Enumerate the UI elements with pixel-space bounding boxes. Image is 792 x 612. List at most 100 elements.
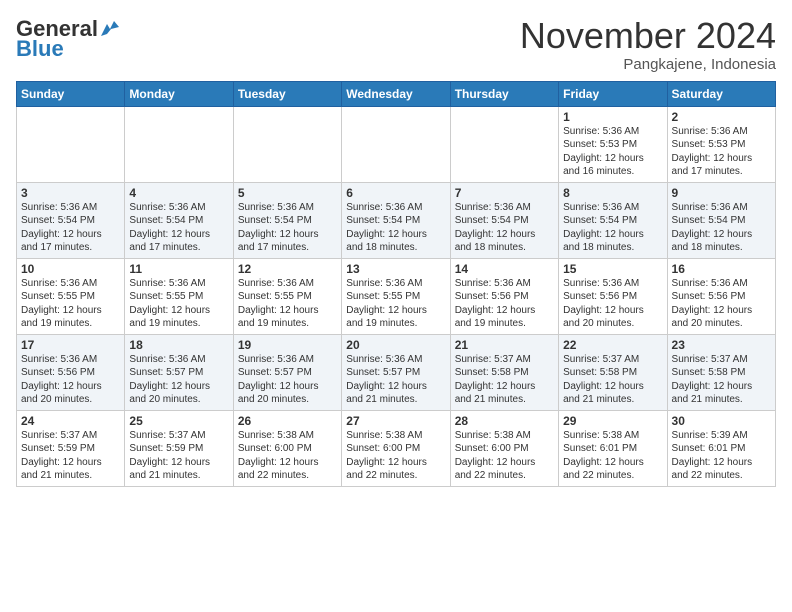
day-number: 12 (238, 262, 337, 276)
day-info: Sunrise: 5:36 AM Sunset: 5:53 PM Dayligh… (563, 125, 662, 179)
calendar-cell: 25Sunrise: 5:37 AM Sunset: 5:59 PM Dayli… (125, 410, 233, 486)
day-number: 1 (563, 110, 662, 124)
calendar-cell: 19Sunrise: 5:36 AM Sunset: 5:57 PM Dayli… (233, 334, 341, 410)
day-number: 20 (346, 338, 445, 352)
day-number: 15 (563, 262, 662, 276)
calendar-week-row: 17Sunrise: 5:36 AM Sunset: 5:56 PM Dayli… (17, 334, 776, 410)
day-number: 21 (455, 338, 554, 352)
day-number: 26 (238, 414, 337, 428)
day-info: Sunrise: 5:37 AM Sunset: 5:58 PM Dayligh… (455, 353, 554, 407)
day-number: 29 (563, 414, 662, 428)
calendar-cell: 3Sunrise: 5:36 AM Sunset: 5:54 PM Daylig… (17, 182, 125, 258)
calendar-cell: 1Sunrise: 5:36 AM Sunset: 5:53 PM Daylig… (559, 106, 667, 182)
weekday-header-thursday: Thursday (450, 81, 558, 106)
calendar-cell: 18Sunrise: 5:36 AM Sunset: 5:57 PM Dayli… (125, 334, 233, 410)
day-number: 24 (21, 414, 120, 428)
calendar-cell: 15Sunrise: 5:36 AM Sunset: 5:56 PM Dayli… (559, 258, 667, 334)
calendar-cell: 26Sunrise: 5:38 AM Sunset: 6:00 PM Dayli… (233, 410, 341, 486)
calendar-week-row: 3Sunrise: 5:36 AM Sunset: 5:54 PM Daylig… (17, 182, 776, 258)
day-number: 27 (346, 414, 445, 428)
calendar-cell: 13Sunrise: 5:36 AM Sunset: 5:55 PM Dayli… (342, 258, 450, 334)
day-number: 2 (672, 110, 771, 124)
day-info: Sunrise: 5:36 AM Sunset: 5:57 PM Dayligh… (129, 353, 228, 407)
calendar-cell: 7Sunrise: 5:36 AM Sunset: 5:54 PM Daylig… (450, 182, 558, 258)
calendar-cell: 30Sunrise: 5:39 AM Sunset: 6:01 PM Dayli… (667, 410, 775, 486)
weekday-header-tuesday: Tuesday (233, 81, 341, 106)
calendar-cell (17, 106, 125, 182)
calendar-cell: 27Sunrise: 5:38 AM Sunset: 6:00 PM Dayli… (342, 410, 450, 486)
calendar-week-row: 10Sunrise: 5:36 AM Sunset: 5:55 PM Dayli… (17, 258, 776, 334)
day-info: Sunrise: 5:36 AM Sunset: 5:55 PM Dayligh… (346, 277, 445, 331)
day-number: 5 (238, 186, 337, 200)
day-info: Sunrise: 5:38 AM Sunset: 6:00 PM Dayligh… (346, 429, 445, 483)
calendar-cell: 22Sunrise: 5:37 AM Sunset: 5:58 PM Dayli… (559, 334, 667, 410)
calendar-cell: 5Sunrise: 5:36 AM Sunset: 5:54 PM Daylig… (233, 182, 341, 258)
calendar-cell: 21Sunrise: 5:37 AM Sunset: 5:58 PM Dayli… (450, 334, 558, 410)
weekday-header-saturday: Saturday (667, 81, 775, 106)
calendar-cell (342, 106, 450, 182)
day-info: Sunrise: 5:36 AM Sunset: 5:54 PM Dayligh… (21, 201, 120, 255)
day-number: 17 (21, 338, 120, 352)
weekday-header-row: SundayMondayTuesdayWednesdayThursdayFrid… (17, 81, 776, 106)
calendar-cell: 29Sunrise: 5:38 AM Sunset: 6:01 PM Dayli… (559, 410, 667, 486)
day-number: 18 (129, 338, 228, 352)
day-info: Sunrise: 5:37 AM Sunset: 5:59 PM Dayligh… (129, 429, 228, 483)
day-number: 28 (455, 414, 554, 428)
day-info: Sunrise: 5:38 AM Sunset: 6:01 PM Dayligh… (563, 429, 662, 483)
logo: General Blue (16, 16, 121, 62)
page-header: General Blue November 2024 Pangkajene, I… (16, 16, 776, 73)
weekday-header-monday: Monday (125, 81, 233, 106)
day-number: 10 (21, 262, 120, 276)
day-info: Sunrise: 5:36 AM Sunset: 5:56 PM Dayligh… (672, 277, 771, 331)
month-title: November 2024 (520, 16, 776, 56)
day-number: 30 (672, 414, 771, 428)
calendar-cell: 4Sunrise: 5:36 AM Sunset: 5:54 PM Daylig… (125, 182, 233, 258)
day-number: 19 (238, 338, 337, 352)
day-number: 4 (129, 186, 228, 200)
day-info: Sunrise: 5:36 AM Sunset: 5:54 PM Dayligh… (346, 201, 445, 255)
day-number: 25 (129, 414, 228, 428)
weekday-header-wednesday: Wednesday (342, 81, 450, 106)
logo-bird-icon (99, 20, 121, 38)
day-info: Sunrise: 5:36 AM Sunset: 5:56 PM Dayligh… (455, 277, 554, 331)
day-info: Sunrise: 5:36 AM Sunset: 5:56 PM Dayligh… (563, 277, 662, 331)
calendar-cell: 17Sunrise: 5:36 AM Sunset: 5:56 PM Dayli… (17, 334, 125, 410)
calendar-cell: 16Sunrise: 5:36 AM Sunset: 5:56 PM Dayli… (667, 258, 775, 334)
title-block: November 2024 Pangkajene, Indonesia (520, 16, 776, 73)
day-number: 3 (21, 186, 120, 200)
calendar-cell: 23Sunrise: 5:37 AM Sunset: 5:58 PM Dayli… (667, 334, 775, 410)
day-info: Sunrise: 5:36 AM Sunset: 5:56 PM Dayligh… (21, 353, 120, 407)
day-info: Sunrise: 5:36 AM Sunset: 5:55 PM Dayligh… (21, 277, 120, 331)
calendar-cell (233, 106, 341, 182)
calendar-cell: 28Sunrise: 5:38 AM Sunset: 6:00 PM Dayli… (450, 410, 558, 486)
day-info: Sunrise: 5:36 AM Sunset: 5:57 PM Dayligh… (346, 353, 445, 407)
calendar-cell: 24Sunrise: 5:37 AM Sunset: 5:59 PM Dayli… (17, 410, 125, 486)
calendar-cell: 2Sunrise: 5:36 AM Sunset: 5:53 PM Daylig… (667, 106, 775, 182)
day-info: Sunrise: 5:38 AM Sunset: 6:00 PM Dayligh… (455, 429, 554, 483)
day-info: Sunrise: 5:36 AM Sunset: 5:55 PM Dayligh… (238, 277, 337, 331)
day-number: 23 (672, 338, 771, 352)
calendar-cell: 11Sunrise: 5:36 AM Sunset: 5:55 PM Dayli… (125, 258, 233, 334)
day-info: Sunrise: 5:37 AM Sunset: 5:59 PM Dayligh… (21, 429, 120, 483)
day-info: Sunrise: 5:36 AM Sunset: 5:54 PM Dayligh… (129, 201, 228, 255)
day-info: Sunrise: 5:39 AM Sunset: 6:01 PM Dayligh… (672, 429, 771, 483)
day-number: 16 (672, 262, 771, 276)
day-info: Sunrise: 5:36 AM Sunset: 5:54 PM Dayligh… (455, 201, 554, 255)
logo-blue: Blue (16, 36, 64, 62)
day-number: 11 (129, 262, 228, 276)
calendar-cell: 10Sunrise: 5:36 AM Sunset: 5:55 PM Dayli… (17, 258, 125, 334)
day-info: Sunrise: 5:36 AM Sunset: 5:57 PM Dayligh… (238, 353, 337, 407)
day-number: 8 (563, 186, 662, 200)
calendar-cell: 20Sunrise: 5:36 AM Sunset: 5:57 PM Dayli… (342, 334, 450, 410)
day-info: Sunrise: 5:36 AM Sunset: 5:54 PM Dayligh… (563, 201, 662, 255)
day-number: 14 (455, 262, 554, 276)
weekday-header-friday: Friday (559, 81, 667, 106)
calendar-cell: 9Sunrise: 5:36 AM Sunset: 5:54 PM Daylig… (667, 182, 775, 258)
weekday-header-sunday: Sunday (17, 81, 125, 106)
day-info: Sunrise: 5:38 AM Sunset: 6:00 PM Dayligh… (238, 429, 337, 483)
calendar-cell (450, 106, 558, 182)
calendar-cell: 6Sunrise: 5:36 AM Sunset: 5:54 PM Daylig… (342, 182, 450, 258)
calendar-cell: 8Sunrise: 5:36 AM Sunset: 5:54 PM Daylig… (559, 182, 667, 258)
calendar-table: SundayMondayTuesdayWednesdayThursdayFrid… (16, 81, 776, 487)
day-info: Sunrise: 5:37 AM Sunset: 5:58 PM Dayligh… (563, 353, 662, 407)
